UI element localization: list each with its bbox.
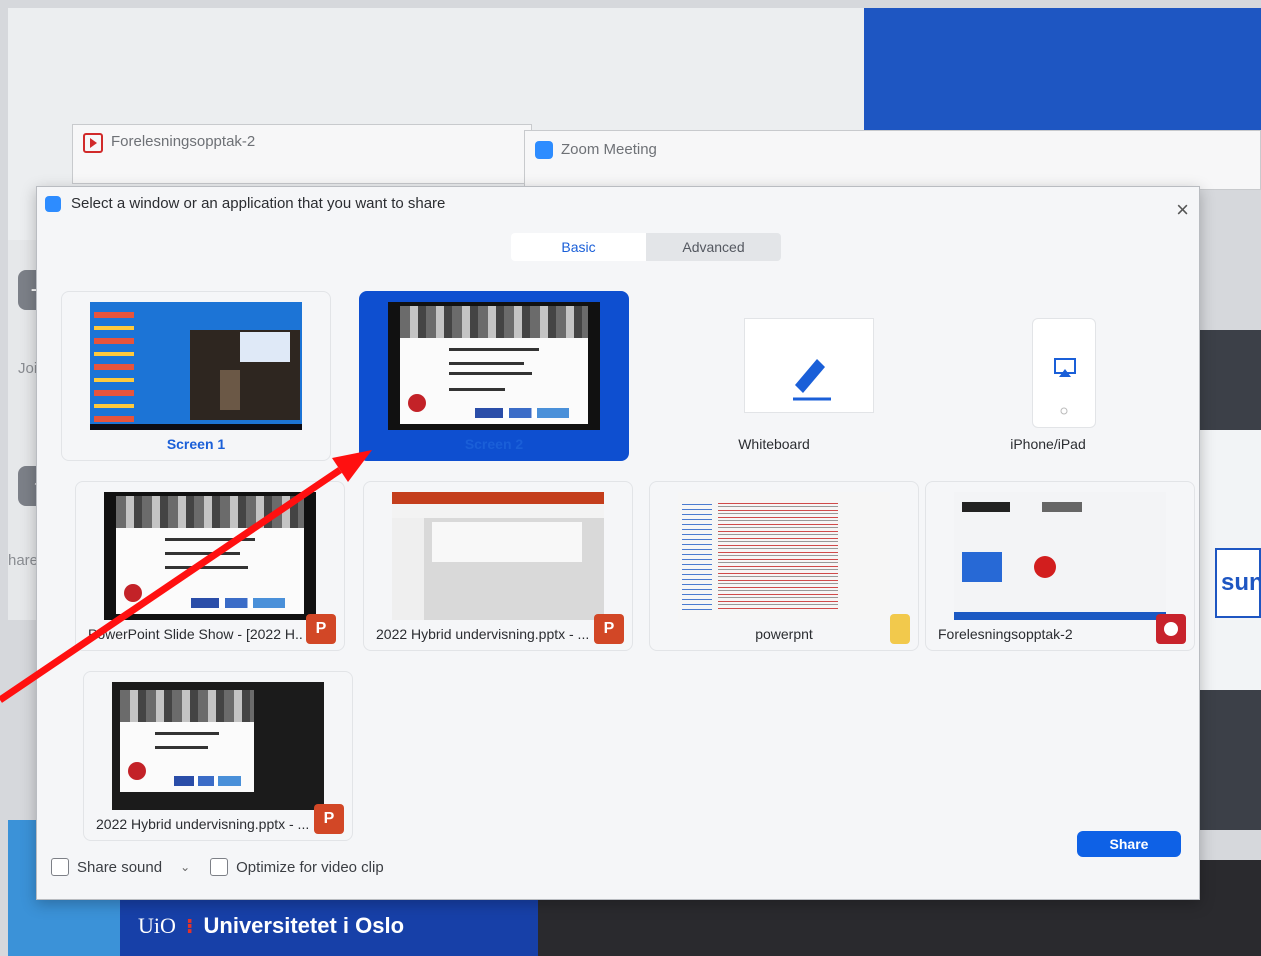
- uio-logo: UiO: [138, 913, 176, 938]
- optimize-video-label: Optimize for video clip: [236, 858, 384, 876]
- powerpoint-icon: P: [306, 614, 336, 644]
- tab-bar: Basic Advanced: [511, 233, 781, 261]
- uio-banner: UiO ⁝ Universitetet i Oslo: [120, 896, 538, 956]
- pptx-thumbnail: [392, 492, 604, 620]
- tab-advanced[interactable]: Advanced: [646, 233, 781, 261]
- right-sign: sun: [1215, 548, 1261, 618]
- tile-label: PowerPoint Slide Show - [2022 H...: [88, 626, 304, 642]
- share-screen-dialog: Select a window or an application that y…: [36, 186, 1200, 900]
- pen-icon: [793, 359, 831, 401]
- options-bar: Share sound ⌄ Optimize for video clip: [51, 849, 1185, 885]
- tile-whiteboard[interactable]: Whiteboard: [639, 291, 909, 461]
- zoom-icon: [535, 141, 553, 159]
- tile-screen-2[interactable]: Screen 2: [359, 291, 629, 461]
- window-title: Zoom Meeting: [561, 141, 657, 158]
- optimize-video-checkbox[interactable]: Optimize for video clip: [210, 858, 384, 876]
- tile-iphone-ipad[interactable]: iPhone/iPad: [913, 291, 1183, 461]
- uio-dots-icon: ⁝: [185, 915, 194, 938]
- dialog-title: Select a window or an application that y…: [71, 195, 446, 212]
- tile-label: 2022 Hybrid undervisning.pptx - ...: [96, 816, 310, 832]
- desktop-blue-area: [864, 8, 1261, 138]
- tile-label: powerpnt: [755, 626, 813, 642]
- tab-basic[interactable]: Basic: [511, 233, 646, 261]
- ios-preview: [1032, 318, 1096, 428]
- close-button[interactable]: ×: [1176, 199, 1189, 221]
- whiteboard-preview: [744, 318, 874, 413]
- screen-1-thumbnail: [90, 302, 302, 430]
- screen-2-thumbnail: [388, 302, 600, 430]
- record-icon: [1156, 614, 1186, 644]
- uio-name: Universitetet i Oslo: [203, 913, 405, 938]
- share-sound-checkbox[interactable]: Share sound ⌄: [51, 858, 190, 876]
- powerpoint-icon: P: [594, 614, 624, 644]
- checkbox-box[interactable]: [51, 858, 69, 876]
- tile-powerpnt[interactable]: powerpnt: [649, 481, 919, 651]
- tile-label: Screen 2: [464, 436, 524, 452]
- tile-powerpoint-slideshow[interactable]: PowerPoint Slide Show - [2022 H... P: [75, 481, 345, 651]
- tile-label: Forelesningsopptak-2: [938, 626, 1073, 642]
- tile-screen-1[interactable]: Screen 1: [61, 291, 331, 461]
- zoom-icon: [45, 195, 61, 212]
- powerpoint-icon: P: [314, 804, 344, 834]
- slideshow-thumbnail: [104, 492, 316, 620]
- chevron-down-icon[interactable]: ⌄: [180, 860, 190, 874]
- tile-label: 2022 Hybrid undervisning.pptx - ...: [376, 626, 590, 642]
- tile-pptx-presenter[interactable]: 2022 Hybrid undervisning.pptx - ... P: [83, 671, 353, 841]
- folder-icon: [890, 614, 910, 644]
- tile-forelesningsopptak[interactable]: Forelesningsopptak-2: [925, 481, 1195, 651]
- tile-pptx-editor[interactable]: 2022 Hybrid undervisning.pptx - ... P: [363, 481, 633, 651]
- powerpnt-thumbnail: [678, 492, 890, 620]
- dialog-title-bar: Select a window or an application that y…: [45, 195, 445, 212]
- window-title: Forelesningsopptak-2: [111, 133, 256, 150]
- tile-label: Screen 1: [166, 436, 226, 452]
- forelesningsopptak-thumbnail: [954, 492, 1166, 620]
- record-app-icon: [83, 133, 103, 153]
- tile-label: iPhone/iPad: [1010, 436, 1086, 452]
- checkbox-box[interactable]: [210, 858, 229, 876]
- presenter-thumbnail: [112, 682, 324, 810]
- window-forelesningsopptak[interactable]: Forelesningsopptak-2: [72, 124, 532, 184]
- airplay-icon: [1054, 358, 1076, 415]
- share-sound-label: Share sound: [77, 858, 163, 876]
- window-zoom-meeting[interactable]: Zoom Meeting: [524, 130, 1261, 190]
- tile-label: Whiteboard: [738, 436, 810, 452]
